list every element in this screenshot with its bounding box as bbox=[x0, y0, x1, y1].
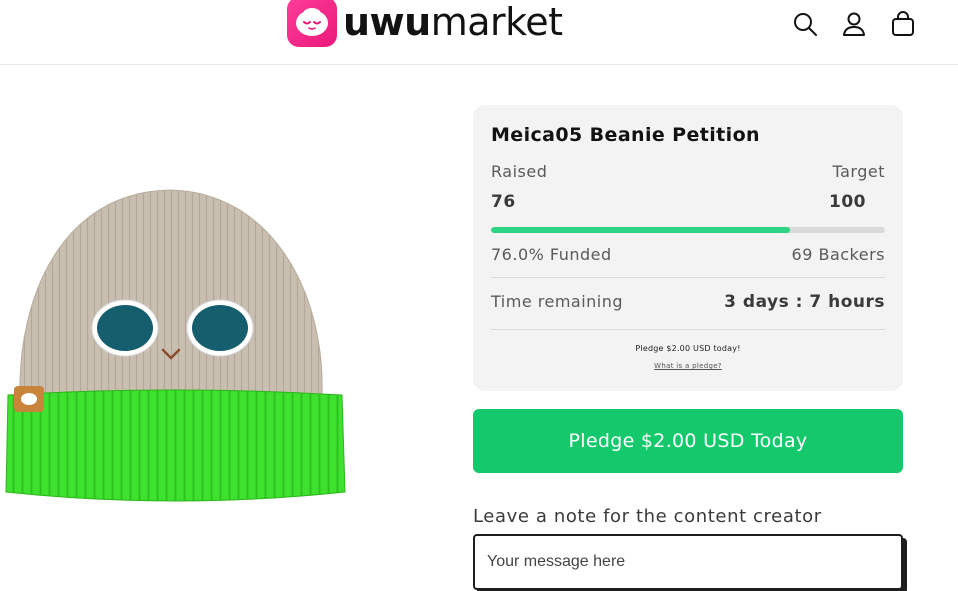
funding-progress-bar bbox=[491, 227, 885, 233]
logo-face-icon bbox=[287, 0, 337, 47]
cart-icon[interactable] bbox=[887, 8, 919, 40]
time-remaining-label: Time remaining bbox=[491, 292, 624, 311]
target-value: 100 bbox=[829, 192, 866, 212]
note-input[interactable] bbox=[473, 534, 903, 590]
logo-wordmark: uwumarket bbox=[343, 0, 563, 44]
campaign-card: Meica05 Beanie Petition Raised Target 76… bbox=[473, 105, 903, 391]
raised-value: 76 bbox=[491, 192, 516, 212]
campaign-title: Meica05 Beanie Petition bbox=[491, 124, 760, 146]
search-icon[interactable] bbox=[789, 8, 821, 40]
pledge-button[interactable]: Pledge $2.00 USD Today bbox=[473, 409, 903, 473]
funding-progress-fill bbox=[491, 227, 791, 233]
product-image bbox=[0, 180, 350, 515]
funded-percent: 76.0% Funded bbox=[491, 245, 612, 264]
site-logo[interactable]: uwumarket bbox=[287, 0, 563, 47]
backers-count: 69 Backers bbox=[791, 245, 885, 264]
divider bbox=[491, 277, 885, 278]
target-label: Target bbox=[832, 162, 885, 181]
site-header: uwumarket bbox=[0, 0, 958, 65]
account-icon[interactable] bbox=[838, 8, 870, 40]
what-is-pledge-link[interactable]: What is a pledge? bbox=[473, 362, 903, 370]
pledge-note: Pledge $2.00 USD today! bbox=[635, 344, 741, 353]
divider bbox=[491, 329, 885, 330]
note-label: Leave a note for the content creator bbox=[473, 506, 822, 527]
raised-label: Raised bbox=[491, 162, 548, 181]
time-remaining-value: 3 days : 7 hours bbox=[724, 292, 885, 312]
